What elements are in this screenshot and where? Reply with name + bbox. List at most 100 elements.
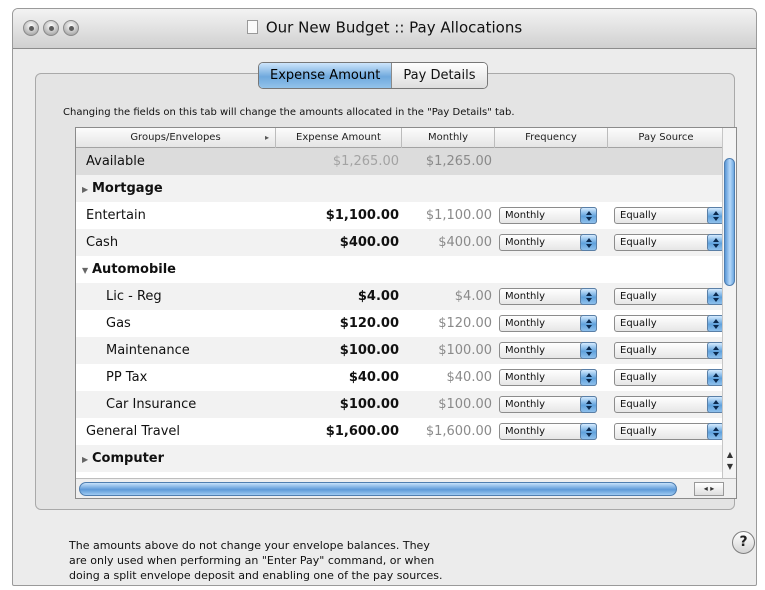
disclosure-triangle-right-icon[interactable]: ▶ [82,446,92,473]
frequency-popup[interactable]: Monthly [499,315,597,332]
frequency-value: Monthly [505,210,546,221]
table-row[interactable]: Lic - Reg $4.00 $4.00 Monthly Equally [76,283,724,310]
popup-arrows-icon[interactable] [580,369,597,386]
column-header-frequency[interactable]: Frequency [495,128,608,148]
expense-amount-cell[interactable]: $4.00 [76,283,399,310]
table-row[interactable]: PP Tax $40.00 $40.00 Monthly Equally [76,364,724,391]
frequency-popup[interactable]: Monthly [499,207,597,224]
disclosure-triangle-right-icon[interactable]: ▶ [82,176,92,203]
column-header-monthly[interactable]: Monthly [402,128,495,148]
pay-source-value: Equally [620,345,657,356]
frequency-value: Monthly [505,291,546,302]
column-expand-icon[interactable]: ▸ [265,128,269,148]
vertical-scroll-thumb[interactable] [724,158,735,286]
frequency-popup[interactable]: Monthly [499,234,597,251]
tab-pay-details[interactable]: Pay Details [391,63,487,88]
popup-arrows-icon[interactable] [580,234,597,251]
vertical-scrollbar[interactable]: ▲ ▼ [722,128,736,478]
pay-source-value: Equally [620,399,657,410]
table-row[interactable]: ▶ Computer [76,445,724,472]
horizontal-scroll-thumb[interactable] [79,482,677,496]
frequency-value: Monthly [505,237,546,248]
table-row[interactable]: General Travel $1,600.00 $1,600.00 Monthly E… [76,418,724,445]
pay-source-value: Equally [620,426,657,437]
tab-expense-amount[interactable]: Expense Amount [259,63,392,88]
footer-line: doing a split envelope deposit and enabl… [69,569,443,582]
frequency-popup[interactable]: Monthly [499,396,597,413]
expense-amount-cell: $1,265.00 [332,154,399,169]
frequency-value: Monthly [505,318,546,329]
frequency-popup[interactable]: Monthly [499,423,597,440]
popup-arrows-icon[interactable] [580,423,597,440]
frequency-popup[interactable]: Monthly [499,288,597,305]
envelope-name: ▼ Automobile [82,256,176,283]
table-row[interactable]: Entertain $1,100.00 $1,100.00 Monthly Equall… [76,202,724,229]
help-icon[interactable]: ? [732,531,755,554]
pay-source-value: Equally [620,318,657,329]
tab-bar: Expense Amount Pay Details [258,62,488,89]
pay-source-popup[interactable]: Equally [614,342,724,359]
envelope-label: Automobile [92,262,176,277]
scroll-up-arrow-icon[interactable]: ▲ [725,450,735,460]
expense-amount-cell[interactable]: $40.00 [76,364,399,391]
monthly-cell: $1,265.00 [425,154,492,169]
expense-amount-cell[interactable]: $100.00 [76,337,399,364]
column-header-expense[interactable]: Expense Amount [276,128,402,148]
pay-source-popup[interactable]: Equally [614,288,724,305]
footer-line: The amounts above do not change your env… [69,539,430,552]
pay-source-popup[interactable]: Equally [614,234,724,251]
pay-source-popup[interactable]: Equally [614,369,724,386]
table-row[interactable]: Car Insurance $100.00 $100.00 Monthly Equall… [76,391,724,418]
column-header-label: Groups/Envelopes [130,132,221,143]
app-window: Our New Budget :: Pay Allocations Expens… [12,8,757,586]
window-title: Our New Budget :: Pay Allocations [265,18,523,37]
expense-amount-cell[interactable]: $1,600.00 [76,418,399,445]
pay-source-popup[interactable]: Equally [614,423,724,440]
monthly-cell: $120.00 [438,316,492,331]
monthly-cell: $100.00 [438,343,492,358]
frequency-popup[interactable]: Monthly [499,342,597,359]
pay-source-value: Equally [620,210,657,221]
monthly-cell: $1,100.00 [425,208,492,223]
popup-arrows-icon[interactable] [580,396,597,413]
popup-arrows-icon[interactable] [580,315,597,332]
table-body: Available $1,265.00 $1,265.00 ▶ Mortgage Ente… [76,148,724,478]
popup-arrows-icon[interactable] [580,207,597,224]
envelope-label: Mortgage [92,181,163,196]
monthly-cell: $40.00 [446,370,493,385]
table-row[interactable]: Cash $400.00 $400.00 Monthly Equally [76,229,724,256]
popup-arrows-icon[interactable] [580,342,597,359]
column-header-pay-source[interactable]: Pay Source [608,128,724,148]
table-row[interactable]: Available $1,265.00 $1,265.00 [76,148,724,175]
frequency-popup[interactable]: Monthly [499,369,597,386]
table-row[interactable]: ▼ Automobile [76,256,724,283]
table-row[interactable]: ▶ Mortgage [76,175,724,202]
column-header-groups[interactable]: Groups/Envelopes ▸ [76,128,276,148]
frequency-value: Monthly [505,399,546,410]
pay-source-popup[interactable]: Equally [614,207,724,224]
document-icon [246,20,258,34]
expense-amount-cell[interactable]: $120.00 [76,310,399,337]
expense-amount-cell[interactable]: $1,100.00 [76,202,399,229]
frequency-value: Monthly [505,345,546,356]
envelope-name: ▶ Computer [82,445,164,472]
pay-source-value: Equally [620,372,657,383]
frequency-value: Monthly [505,426,546,437]
table-row[interactable]: Gas $120.00 $120.00 Monthly Equally [76,310,724,337]
frequency-value: Monthly [505,372,546,383]
envelope-label: Computer [92,451,165,466]
scroll-down-arrow-icon[interactable]: ▼ [725,462,735,472]
footer-note: The amounts above do not change your env… [69,538,629,583]
table-row[interactable]: Maintenance $100.00 $100.00 Monthly Equally [76,337,724,364]
horizontal-scrollbar[interactable]: ◂ ▸ [76,478,736,498]
pay-source-value: Equally [620,291,657,302]
expense-amount-cell[interactable]: $100.00 [76,391,399,418]
disclosure-triangle-down-icon[interactable]: ▼ [82,257,92,284]
pay-source-value: Equally [620,237,657,248]
allocations-table: Groups/Envelopes ▸ Expense Amount Monthl… [75,127,737,499]
pay-source-popup[interactable]: Equally [614,396,724,413]
popup-arrows-icon[interactable] [580,288,597,305]
horizontal-scroll-arrows-icon[interactable]: ◂ ▸ [694,482,724,496]
expense-amount-cell[interactable]: $400.00 [76,229,399,256]
pay-source-popup[interactable]: Equally [614,315,724,332]
